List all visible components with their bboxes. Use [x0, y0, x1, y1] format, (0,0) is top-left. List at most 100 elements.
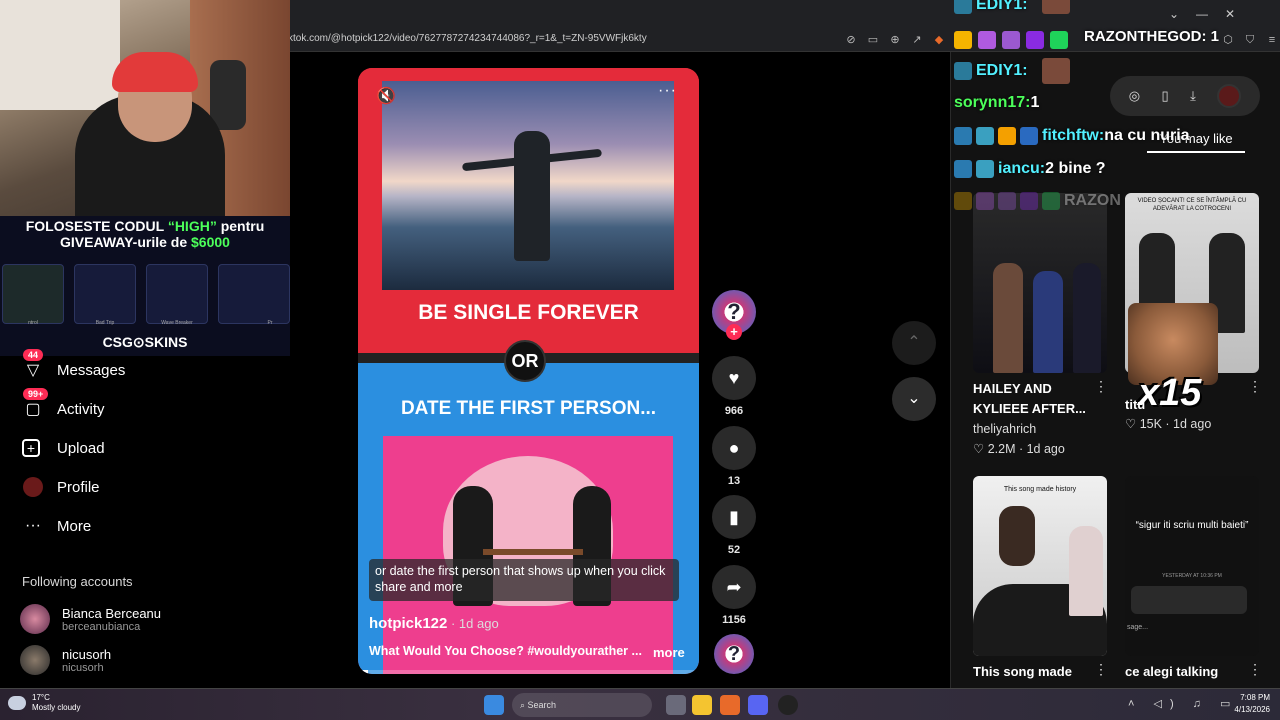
following-account[interactable]: nicusorh nicusorh — [20, 645, 111, 675]
weather-widget[interactable]: 17°C Mostly cloudy — [8, 693, 80, 713]
url-text[interactable]: ktok.com/@hotpick122/video/7627787274234… — [288, 33, 647, 44]
video-progress-bar[interactable] — [358, 670, 699, 674]
video-player[interactable]: BE SINGLE FOREVER DATE THE FIRST PERSON.… — [358, 68, 699, 674]
more-options-icon[interactable]: ⋮ — [1248, 661, 1262, 678]
promo-line-1: FOLOSESTE CODUL “HIGH” pentru — [0, 218, 290, 234]
mute-icon[interactable]: 🔇 — [376, 86, 396, 106]
sidebar-item-profile[interactable]: Profile — [22, 475, 100, 499]
chat-badge-icon — [954, 62, 972, 80]
skin-card — [2, 264, 64, 324]
start-icon[interactable] — [484, 695, 504, 715]
video-menu-icon[interactable]: ··· — [658, 82, 677, 100]
table — [483, 549, 583, 555]
brave-browser-icon[interactable] — [720, 695, 740, 715]
extension-gift-icon[interactable] — [1002, 31, 1020, 49]
chat-message-faded: RAZON — [954, 192, 1121, 210]
user-avatar[interactable] — [1217, 84, 1242, 108]
more-options-icon[interactable]: ⋮ — [1094, 661, 1108, 678]
skin-card — [146, 264, 208, 324]
account-handle: nicusorh — [62, 661, 104, 674]
next-video-button[interactable]: ⌄ — [892, 377, 936, 421]
extension-twitch-icon[interactable] — [1026, 31, 1044, 49]
puzzle-icon[interactable]: ⬡ — [1220, 32, 1236, 48]
skin-card — [218, 264, 290, 324]
promo-amount: $6000 — [191, 234, 230, 250]
menu-icon[interactable]: ≡ — [1264, 32, 1280, 48]
chat-badge-icon — [1020, 192, 1038, 210]
video-thumbnail[interactable]: This song made history — [973, 476, 1107, 656]
phone-icon[interactable]: ▯ — [1162, 88, 1169, 104]
combo-counter: x15 — [1138, 372, 1202, 414]
video-title[interactable]: titu — [1125, 395, 1145, 415]
clock[interactable]: 7:08 PM 4/13/2026 — [1200, 692, 1270, 716]
more-options-icon[interactable]: ⋮ — [1248, 378, 1262, 395]
share-button[interactable]: ➦ — [712, 565, 756, 609]
extension-crown-icon[interactable] — [954, 31, 972, 49]
discord-icon[interactable] — [748, 695, 768, 715]
chat-username: RAZON — [1064, 192, 1121, 209]
chat-text: 2 bine ? — [1045, 160, 1106, 177]
cloud-icon — [8, 696, 26, 710]
extension-invader-icon[interactable] — [978, 31, 996, 49]
more-button[interactable]: more — [653, 645, 685, 660]
account-name: Bianca Berceanu — [62, 605, 162, 621]
brave-shield-icon[interactable]: ◆ — [931, 32, 947, 48]
video-author[interactable]: hotpick122 · 1d ago — [369, 615, 499, 632]
room-window — [0, 0, 120, 110]
avatar — [20, 604, 50, 634]
sidebar-item-label: More — [57, 517, 92, 535]
video-title[interactable]: HAILEY AND KYLIEEE AFTER... — [973, 379, 1086, 419]
author-name[interactable]: hotpick122 — [369, 615, 447, 632]
translate-icon[interactable]: ⊘ — [843, 32, 859, 48]
close-button[interactable]: ✕ — [1216, 0, 1244, 28]
video-thumbnail[interactable] — [973, 193, 1107, 373]
activity-badge: 99+ — [23, 388, 49, 400]
zoom-icon[interactable]: ⊕ — [887, 32, 903, 48]
following-account[interactable]: Bianca Berceanu berceanubianca — [20, 604, 161, 634]
minimize-button[interactable]: — — [1188, 0, 1216, 28]
title-line: KYLIEEE AFTER... — [973, 401, 1086, 416]
paper-plane-icon: ▽ 44 — [22, 349, 44, 381]
extension-kick-icon[interactable] — [1050, 31, 1068, 49]
chat-badge-icon — [1020, 127, 1038, 145]
option2-label: DATE THE FIRST PERSON... — [400, 398, 657, 419]
or-badge: OR — [504, 340, 546, 382]
cast-icon[interactable]: ▭ — [865, 32, 881, 48]
sidebar-item-label: Profile — [57, 478, 100, 496]
obs-icon[interactable] — [778, 695, 798, 715]
bookmark-icon: ▮ — [729, 506, 739, 527]
option1-photo — [382, 81, 674, 290]
promo-text: GIVEAWAY-urile de — [60, 234, 192, 250]
save-button[interactable]: ▮ — [712, 495, 756, 539]
file-explorer-icon[interactable] — [692, 695, 712, 715]
temperature: 17°C — [32, 693, 50, 702]
sidebar-item-more[interactable]: ··· More — [22, 514, 91, 538]
share-count: 1156 — [722, 614, 746, 626]
sidebar-item-activity[interactable]: ▢ 99+ Activity — [22, 388, 105, 421]
video-author[interactable]: theliyahrich — [973, 422, 1036, 436]
sidebar-item-messages[interactable]: ▽ 44 Messages — [22, 349, 125, 382]
previous-video-button[interactable]: ⌃ — [892, 321, 936, 365]
more-options-icon[interactable]: ⋮ — [1094, 378, 1108, 395]
taskbar-search[interactable]: ⌕ Search — [512, 693, 652, 717]
compass-icon[interactable]: ◎ — [1129, 88, 1140, 104]
video-thumbnail[interactable]: “sigur iti scriu multi baieti” YESTERDAY… — [1125, 476, 1259, 656]
option1-panel: BE SINGLE FOREVER — [358, 68, 699, 356]
chat-badge-icon — [1042, 192, 1060, 210]
task-view-icon[interactable] — [666, 695, 686, 715]
video-title[interactable]: ce alegi talking — [1125, 662, 1218, 682]
chat-message: EDIY1: — [954, 58, 1074, 84]
follow-button[interactable]: + — [726, 324, 742, 340]
date: 4/13/2026 — [1234, 705, 1270, 714]
chat-message: RAZONTHEGOD: 1 — [1084, 28, 1219, 45]
shield-icon[interactable]: ⛉ — [1242, 32, 1258, 48]
share-icon[interactable]: ↗ — [909, 32, 925, 48]
video-title[interactable]: This song made — [973, 662, 1072, 682]
download-icon[interactable]: ⤓ — [1190, 88, 1196, 104]
tab-list-button[interactable]: ⌄ — [1160, 0, 1188, 28]
like-button[interactable]: ♥ — [712, 356, 756, 400]
inbox-icon: ▢ 99+ — [22, 388, 49, 420]
comment-button[interactable]: ● — [712, 426, 756, 470]
music-disc-icon[interactable]: ? — [714, 634, 754, 674]
sidebar-item-upload[interactable]: + Upload — [22, 436, 105, 460]
